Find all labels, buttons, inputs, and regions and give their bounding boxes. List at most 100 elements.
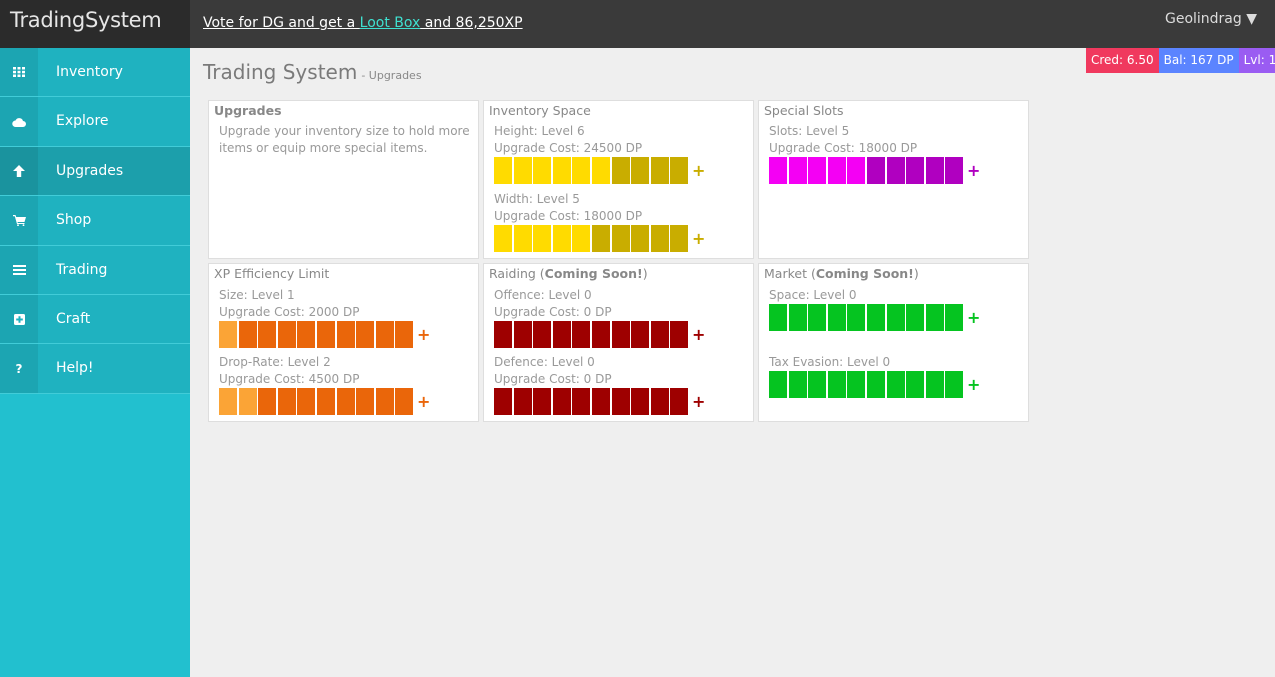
cred-badge: Cred: 6.50 [1086,48,1159,73]
upgrade-segment [238,321,257,348]
sidebar-item-shop[interactable]: Shop [0,196,190,246]
defence-level: Defence: Level 0 [494,355,595,369]
upgrade-segment [650,388,669,415]
width-upgrade-bar: + [494,225,705,252]
sidebar-item-craft[interactable]: Craft [0,294,190,345]
panel-title: Upgrades [214,103,282,118]
space-level: Space: Level 0 [769,288,857,302]
sidebar-item-upgrades[interactable]: Upgrades [0,146,190,197]
upgrade-segment [631,225,650,252]
upgrade-segment [808,157,827,184]
upgrade-segment [945,304,964,331]
upgrade-segment [572,225,591,252]
upgrade-segment [533,157,552,184]
upgrade-plus-icon[interactable]: + [967,304,980,331]
level-badge: Lvl: 136 [1238,48,1275,73]
upgrade-segment [591,157,610,184]
upgrade-segment [572,157,591,184]
upgrade-segment [925,304,944,331]
upgrade-segment [513,321,532,348]
page-title: Trading System - Upgrades [203,60,422,84]
cart-icon [0,196,38,245]
upgrade-segment [375,321,394,348]
plus-square-icon [0,294,38,344]
upgrade-segment [533,225,552,252]
upgrade-segment [827,304,846,331]
upgrade-segment [277,388,296,415]
market-panel: Market (Coming Soon!) Space: Level 0 + T… [758,263,1029,422]
width-cost: Upgrade Cost: 18000 DP [494,209,643,223]
sidebar-item-trading[interactable]: Trading [0,245,190,295]
sidebar-item-help[interactable]: ? Help! [0,344,190,394]
upgrade-segment [631,157,650,184]
sidebar-item-label: Inventory [56,64,123,80]
sidebar-item-label: Craft [56,310,91,327]
sidebar-item-label: Trading [56,261,108,278]
upgrade-segment [670,388,689,415]
upgrade-plus-icon[interactable]: + [967,371,980,398]
sidebar-item-inventory[interactable]: Inventory [0,48,190,98]
grid-icon [0,48,38,97]
upgrade-segment [808,371,827,398]
upgrade-segment [788,371,807,398]
panel-title: Special Slots [764,103,844,118]
upgrade-segment [533,321,552,348]
upgrade-plus-icon[interactable]: + [417,388,430,415]
width-level: Width: Level 5 [494,192,580,206]
stats-badges: Cred: 6.50 Bal: 167 DP Lvl: 136 [1086,48,1275,73]
size-cost: Upgrade Cost: 2000 DP [219,305,360,319]
upgrade-segment [945,157,964,184]
sidebar: Inventory Explore Upgrades Shop Trading … [0,48,190,677]
sidebar-item-label: Shop [56,212,92,229]
upgrade-segment [886,157,905,184]
upgrade-segment [631,388,650,415]
tax-evasion-level: Tax Evasion: Level 0 [769,355,891,369]
upgrade-segment [906,157,925,184]
market-title-close: ) [913,266,919,281]
sidebar-item-explore[interactable]: Explore [0,97,190,147]
upgrade-segment [552,157,571,184]
upgrade-plus-icon[interactable]: + [967,157,980,184]
upgrade-segment [906,304,925,331]
panel-title: Market (Coming Soon!) [764,266,919,281]
upgrade-segment [591,321,610,348]
upgrade-segment [886,304,905,331]
upgrade-plus-icon[interactable]: + [692,225,705,252]
drop-rate-level: Drop-Rate: Level 2 [219,355,331,369]
vote-announcement[interactable]: Vote for DG and get a Loot Box and 86,25… [203,15,523,31]
upgrade-segment [494,388,512,415]
upgrade-segment [670,225,689,252]
offence-level: Offence: Level 0 [494,288,592,302]
question-icon: ? [0,344,38,393]
coming-soon-label: Coming Soon! [544,266,643,281]
upgrade-plus-icon[interactable]: + [692,157,705,184]
upgrade-segment [375,388,394,415]
loot-box-link[interactable]: Loot Box [360,15,421,31]
upgrade-segment [356,388,375,415]
upgrade-plus-icon[interactable]: + [692,321,705,348]
top-bar: TradingSystem Vote for DG and get a Loot… [0,0,1275,48]
upgrade-plus-icon[interactable]: + [417,321,430,348]
upgrade-segment [769,304,787,331]
raiding-panel: Raiding (Coming Soon!) Offence: Level 0 … [483,263,754,422]
upgrade-segment [769,157,787,184]
announcement-pre: Vote for DG and get a [203,15,360,31]
size-upgrade-bar: + [219,321,430,348]
upgrade-segment [945,371,964,398]
announcement-post: and 86,250XP [420,15,523,31]
user-menu[interactable]: Geolindrag ▼ [1165,11,1257,27]
upgrade-segment [219,388,237,415]
upgrade-segment [356,321,375,348]
upgrade-segment [336,321,355,348]
upgrade-segment [258,388,277,415]
height-cost: Upgrade Cost: 24500 DP [494,141,643,155]
brand-logo[interactable]: TradingSystem [0,0,190,48]
upgrade-segment [670,321,689,348]
upgrade-segment [886,371,905,398]
upgrade-plus-icon[interactable]: + [692,388,705,415]
upgrade-segment [513,225,532,252]
upgrade-segment [513,388,532,415]
drop-rate-cost: Upgrade Cost: 4500 DP [219,372,360,386]
defence-cost: Upgrade Cost: 0 DP [494,372,612,386]
panel-title: Inventory Space [489,103,591,118]
